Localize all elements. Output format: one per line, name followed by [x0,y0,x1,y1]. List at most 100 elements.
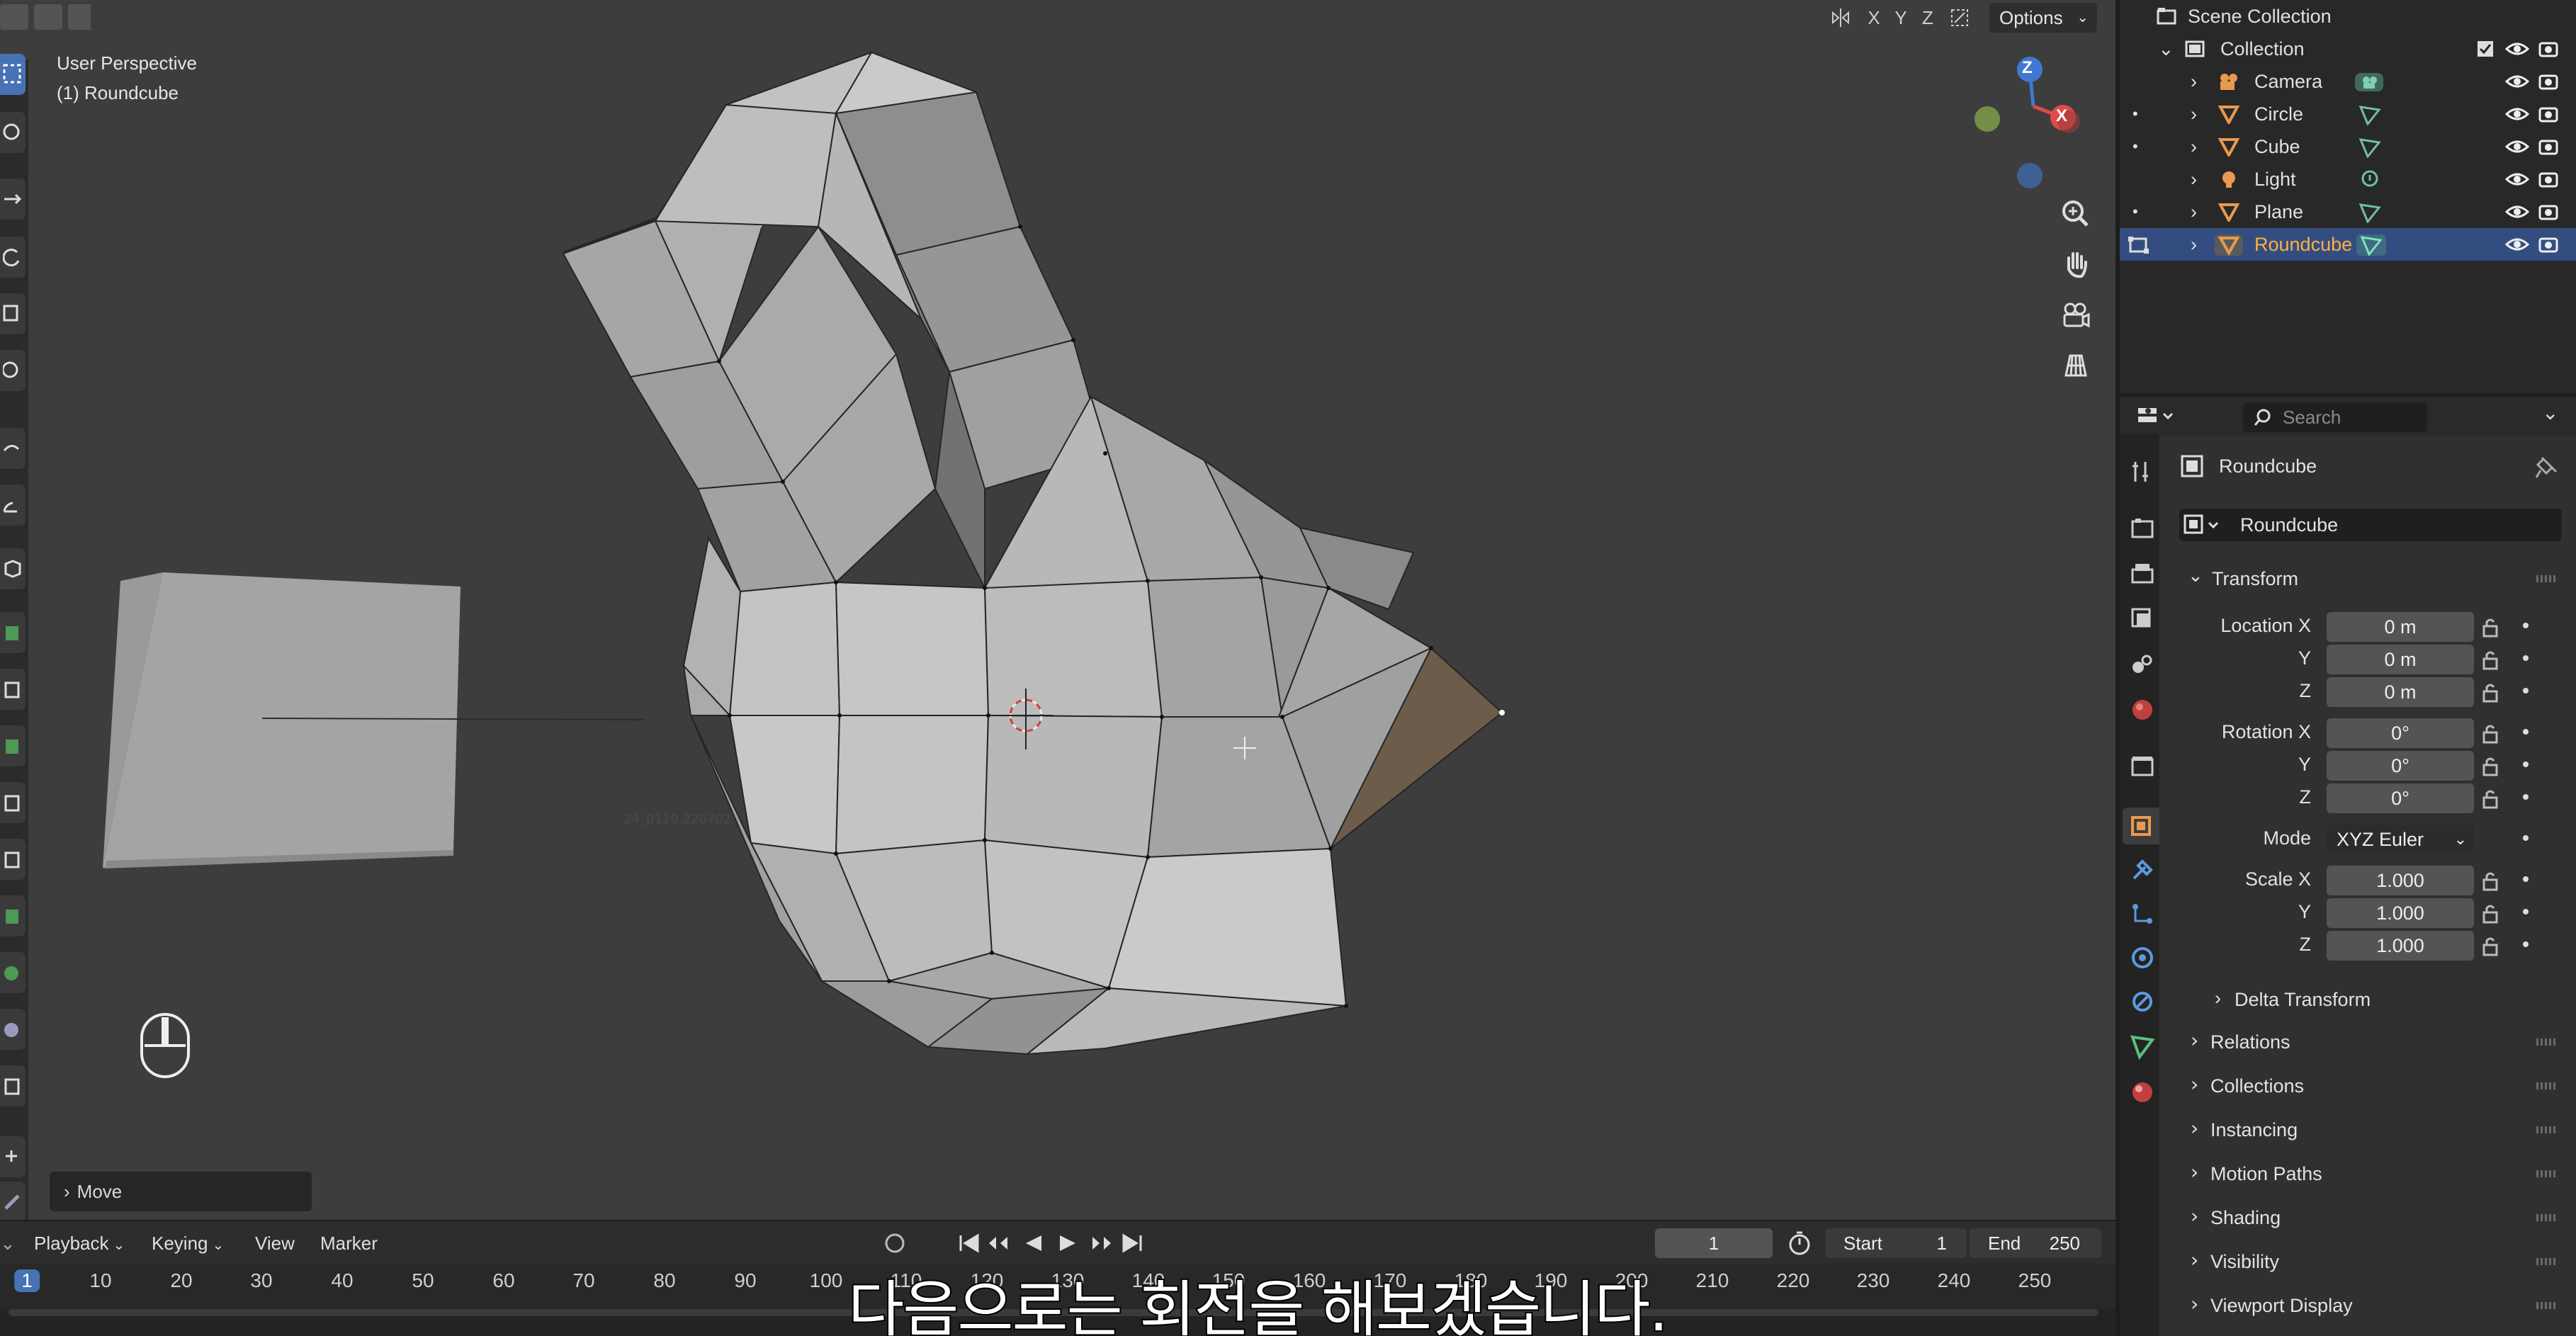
stopwatch-icon[interactable] [1785,1221,1814,1265]
rotation-z-field[interactable]: 0° [2327,783,2474,813]
current-frame-field[interactable]: 1 [1655,1228,1773,1258]
location-z-field[interactable]: 0 m [2327,677,2474,707]
motion-paths-panel-header[interactable]: › Motion Paths [2179,1153,2562,1194]
scale-y-field[interactable]: 1.000 [2327,898,2474,928]
collections-panel-header[interactable]: › Collections [2179,1065,2562,1106]
mirror-x-toggle[interactable]: X [1862,4,1886,31]
lock-icon[interactable] [2481,649,2509,670]
lock-icon[interactable] [2481,870,2509,891]
marker-menu[interactable]: Marker [320,1221,378,1265]
tool-tab-icon[interactable] [2130,459,2155,485]
lock-icon[interactable] [2481,616,2509,638]
annotate-tool[interactable] [0,428,26,469]
world-tab-icon[interactable] [2130,697,2155,723]
camera-data-icon[interactable] [2354,72,2385,93]
visibility-panel-header[interactable]: › Visibility [2179,1241,2562,1282]
measure-tool[interactable] [0,485,26,526]
lock-icon[interactable] [2481,681,2509,703]
rotation-y-field[interactable]: 0° [2327,751,2474,781]
selected-vertex[interactable] [1499,710,1505,715]
options-dropdown[interactable]: Options ⌄ [1989,3,2097,33]
particles-tab-icon[interactable] [2130,901,2155,927]
modifier-tab-icon[interactable] [2130,857,2155,883]
add-cube-tool[interactable] [0,548,26,589]
delta-transform-subpanel[interactable]: › Delta Transform [2203,980,2558,1017]
object-tab[interactable] [2123,808,2159,844]
keyframe-dot-icon[interactable] [2521,874,2531,884]
keyframe-dot-icon[interactable] [2521,653,2531,663]
scene-tab-icon[interactable] [2130,652,2155,677]
mesh-data-icon[interactable] [2358,202,2382,223]
location-y-field[interactable]: 0 m [2327,645,2474,674]
object-name-field[interactable]: Roundcube [2179,509,2562,541]
chevron-right-icon[interactable]: › [2191,228,2197,261]
select-mode-icon[interactable] [0,4,28,30]
prev-keyframe-icon[interactable] [986,1221,1015,1265]
editor-type-icon[interactable] [2137,405,2175,428]
auto-merge-icon[interactable] [1945,4,1974,31]
playback-menu[interactable]: Playback ⌄ [34,1221,125,1265]
render-camera-icon[interactable] [2538,39,2559,59]
chevron-right-icon[interactable]: › [2191,65,2197,98]
pan-hand-icon[interactable] [2053,241,2098,286]
mirror-y-toggle[interactable]: Y [1889,4,1913,31]
chevron-right-icon[interactable]: › [2191,196,2197,228]
render-camera-icon[interactable] [2538,137,2559,157]
checkbox-icon[interactable] [2475,39,2495,59]
mesh-data-icon[interactable] [2358,137,2382,158]
instancing-panel-header[interactable]: › Instancing [2179,1109,2562,1150]
material-tab-icon[interactable] [2130,1080,2155,1105]
object-browse-icon[interactable] [2184,513,2225,537]
mesh-data-icon[interactable] [2356,234,2386,256]
drag-grip-icon[interactable] [2536,1302,2556,1309]
keyframe-dot-icon[interactable] [2521,686,2531,696]
box-object[interactable] [103,572,461,868]
end-frame-field[interactable]: End 250 [1970,1228,2101,1258]
roundcube-mesh[interactable] [562,51,1503,1055]
rotate-tool[interactable] [0,237,26,278]
jump-start-icon[interactable] [956,1221,981,1265]
chevron-right-icon[interactable]: › [2191,163,2197,196]
play-reverse-icon[interactable] [1022,1221,1046,1265]
edit-mode-icon[interactable] [2128,234,2154,254]
keyframe-dot-icon[interactable] [2521,759,2531,769]
mirror-icon[interactable] [1825,4,1856,31]
eye-icon[interactable] [2505,137,2529,157]
chevron-right-icon[interactable]: › [2191,130,2197,163]
constraints-tab-icon[interactable] [2130,989,2155,1014]
mirror-z-toggle[interactable]: Z [1916,4,1940,31]
render-camera-icon[interactable] [2538,104,2559,124]
render-camera-icon[interactable] [2538,234,2559,254]
transform-panel-header[interactable]: ⌄ Transform [2179,558,2562,599]
keyframe-dot-icon[interactable] [2521,792,2531,802]
data-tab-icon[interactable] [2130,1034,2155,1060]
lock-icon[interactable] [2481,723,2509,744]
poly-build-tool[interactable] [0,895,26,936]
camera-view-icon[interactable] [2053,292,2098,337]
view-layer-tab-icon[interactable] [2130,606,2155,632]
output-tab-icon[interactable] [2130,561,2155,587]
eye-icon[interactable] [2505,202,2529,222]
move-tool[interactable] [0,179,26,220]
auto-keying-icon[interactable] [882,1221,910,1265]
edge-slide-tool[interactable] [0,1065,26,1106]
render-camera-icon[interactable] [2538,72,2559,91]
viewport-canvas[interactable] [0,0,2115,1220]
chevron-down-icon[interactable]: ⌄ [2542,401,2558,424]
outliner-item-light[interactable]: › Light [2120,163,2576,196]
eye-icon[interactable] [2505,169,2529,189]
keyframe-dot-icon[interactable] [2521,833,2531,843]
collection-row[interactable]: ⌄ Collection [2120,33,2576,65]
drag-grip-icon[interactable] [2536,1170,2556,1177]
lock-icon[interactable] [2481,755,2509,776]
scene-collection-row[interactable]: Scene Collection [2120,0,2576,33]
invert-selection-icon[interactable] [91,4,120,30]
rotation-x-field[interactable]: 0° [2327,718,2474,748]
drag-grip-icon[interactable] [2536,1126,2556,1133]
scale-z-field[interactable]: 1.000 [2327,931,2474,961]
keyframe-dot-icon[interactable] [2521,907,2531,917]
knife-tool[interactable] [0,839,26,880]
viewport-display-panel-header[interactable]: › Viewport Display [2179,1285,2562,1326]
properties-search-input[interactable]: Search [2243,402,2427,432]
lock-icon[interactable] [2481,788,2509,809]
